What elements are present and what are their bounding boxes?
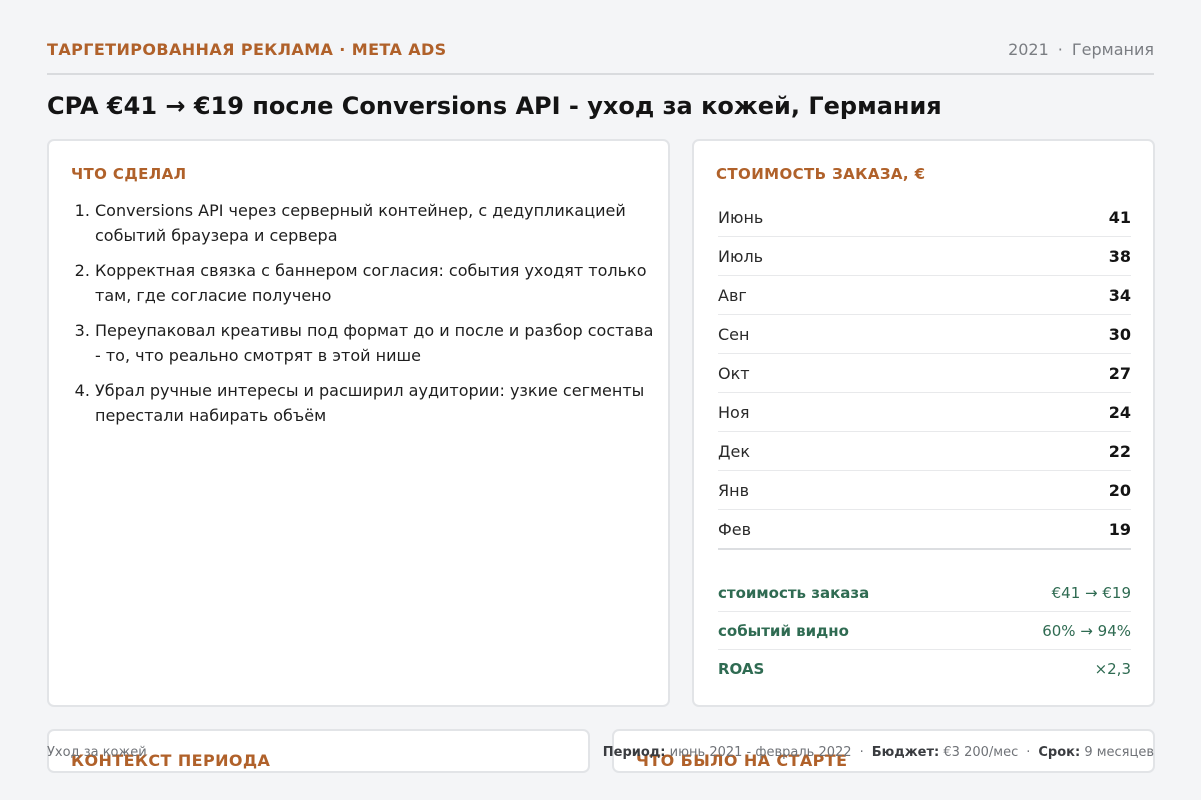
table-row: Ноя 24 — [718, 393, 1131, 432]
month-value: 24 — [1108, 402, 1131, 422]
year-label: 2021 — [1008, 40, 1049, 59]
header-meta: 2021 · Германия — [1008, 40, 1154, 59]
actions-list: Conversions API через серверный контейне… — [71, 198, 655, 438]
month-value: 38 — [1108, 246, 1131, 266]
stat-value: €41 → €19 — [1051, 583, 1131, 602]
month-label: Сен — [718, 324, 750, 344]
stat-label: событий видно — [718, 621, 849, 640]
budget-label: Бюджет: — [871, 745, 940, 760]
list-item: Conversions API через серверный контейне… — [95, 198, 655, 248]
month-label: Июль — [718, 246, 764, 266]
list-item: Переупаковал креативы под формат до и по… — [95, 318, 655, 368]
list-item: Убрал ручные интересы и расширил аудитор… — [95, 378, 655, 428]
table-row: Янв 20 — [718, 471, 1131, 510]
niche-label: Уход за кожей — [47, 745, 147, 760]
list-item: Корректная связка с баннером согласия: с… — [95, 258, 655, 308]
month-label: Дек — [718, 441, 751, 461]
period-label: Период: — [602, 745, 666, 760]
month-value: 27 — [1108, 363, 1131, 383]
month-label: Фев — [718, 519, 752, 539]
term-label: Срок: — [1038, 745, 1081, 760]
header-divider — [47, 73, 1154, 75]
stat-row: ROAS ×2,3 — [718, 650, 1131, 687]
month-value: 34 — [1108, 285, 1131, 305]
stat-value: ×2,3 — [1094, 659, 1131, 678]
month-value: 19 — [1108, 519, 1131, 539]
summary-stats: стоимость заказа €41 → €19 событий видно 6… — [718, 574, 1131, 687]
month-value: 22 — [1108, 441, 1131, 461]
stat-value: 60% → 94% — [1042, 621, 1131, 640]
month-label: Окт — [718, 363, 750, 383]
table-row: Июнь 41 — [718, 198, 1131, 237]
month-value: 20 — [1108, 480, 1131, 500]
month-value: 30 — [1108, 324, 1131, 344]
page-title: CPA €41 → €19 после Conversions API - ух… — [47, 92, 942, 120]
term-value: 9 месяцев — [1084, 745, 1154, 760]
stat-label: ROAS — [718, 659, 765, 678]
month-label: Ноя — [718, 402, 750, 422]
section-kicker: ТАРГЕТИРОВАННАЯ РЕКЛАМА · META ADS — [47, 40, 447, 59]
stat-row: стоимость заказа €41 → €19 — [718, 574, 1131, 612]
table-row: Авг 34 — [718, 276, 1131, 315]
cost-heading: СТОИМОСТЬ ЗАКАЗА, € — [716, 165, 926, 183]
table-row: Июль 38 — [718, 237, 1131, 276]
cost-card: СТОИМОСТЬ ЗАКАЗА, € Июнь 41 Июль 38 Авг 34 … — [692, 139, 1155, 707]
table-row: Сен 30 — [718, 315, 1131, 354]
actions-heading: ЧТО СДЕЛАЛ — [71, 165, 187, 183]
stat-label: стоимость заказа — [718, 583, 870, 602]
actions-card: ЧТО СДЕЛАЛ Conversions API через серверн… — [47, 139, 670, 707]
month-label: Июнь — [718, 207, 764, 227]
project-meta: Период: июнь 2021 - февраль 2022 · Бюджет:… — [602, 745, 1154, 760]
month-label: Янв — [718, 480, 750, 500]
country-label: Германия — [1071, 40, 1154, 59]
table-row: Окт 27 — [718, 354, 1131, 393]
table-row: Дек 22 — [718, 432, 1131, 471]
month-value: 41 — [1108, 207, 1131, 227]
stat-row: событий видно 60% → 94% — [718, 612, 1131, 650]
budget-value: €3 200/мес — [943, 745, 1019, 760]
period-value: июнь 2021 - февраль 2022 — [669, 745, 852, 760]
monthly-cost-table: Июнь 41 Июль 38 Авг 34 Сен 30 Окт 27 Ноя 24 Де… — [718, 198, 1131, 550]
month-label: Авг — [718, 285, 747, 305]
table-row: Фев 19 — [718, 510, 1131, 550]
